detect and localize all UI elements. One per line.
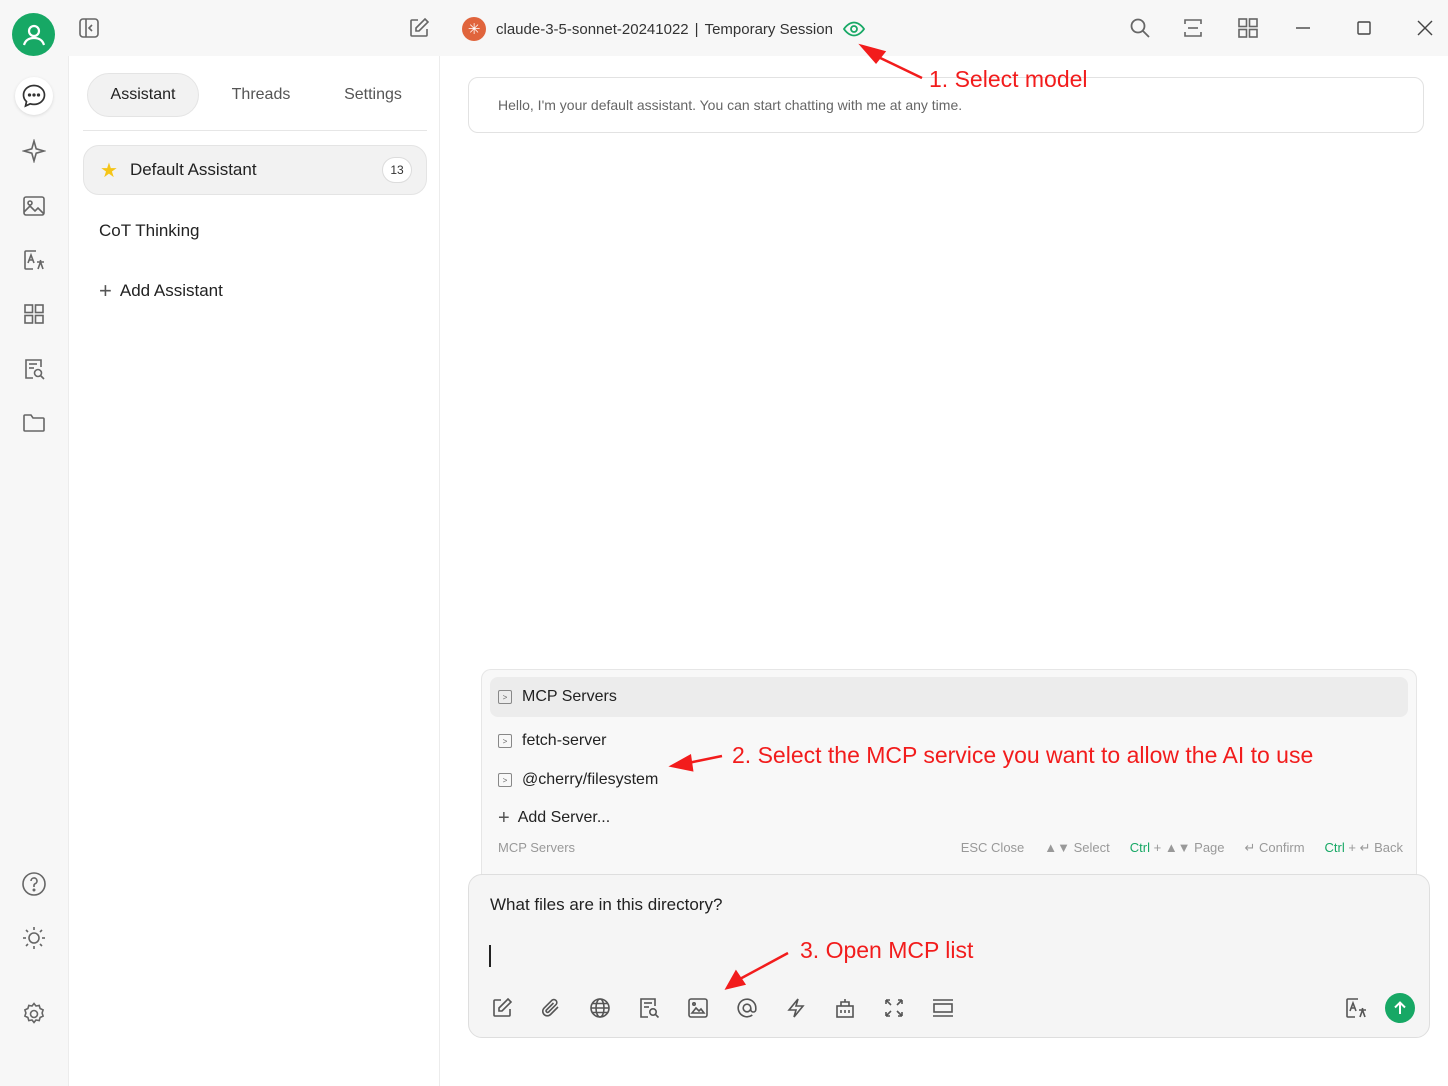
claude-logo-icon: ✳ bbox=[462, 17, 486, 41]
tab-assistant[interactable]: Assistant bbox=[87, 73, 199, 117]
fullscreen-icon[interactable] bbox=[879, 993, 909, 1023]
server-icon: > bbox=[498, 690, 512, 704]
server-icon: > bbox=[498, 734, 512, 748]
plus-icon: + bbox=[99, 278, 112, 303]
annotation-step1: 1. Select model bbox=[929, 66, 1088, 92]
assistant-sidebar: Assistant Threads Settings ★ Default Ass… bbox=[68, 56, 440, 1086]
theme-icon[interactable] bbox=[15, 919, 53, 957]
new-topic-icon[interactable] bbox=[487, 993, 517, 1023]
sidebar-toggle-icon[interactable] bbox=[74, 13, 104, 43]
hint-back: Ctrl + ↵ Back bbox=[1324, 840, 1403, 855]
mcp-footer-label: MCP Servers bbox=[498, 840, 576, 855]
search-icon[interactable] bbox=[1125, 13, 1155, 43]
chat-area: Hello, I'm your default assistant. You c… bbox=[440, 56, 1448, 1086]
mcp-icon[interactable] bbox=[830, 993, 860, 1023]
minimize-icon[interactable] bbox=[1288, 13, 1318, 43]
close-icon[interactable] bbox=[1410, 13, 1440, 43]
settings-icon[interactable] bbox=[15, 995, 53, 1033]
input-text[interactable]: What files are in this directory? bbox=[490, 895, 722, 915]
quick-phrase-icon[interactable] bbox=[781, 993, 811, 1023]
hint-page: Ctrl + ▲▼ Page bbox=[1129, 840, 1225, 855]
title-separator: | bbox=[694, 20, 699, 38]
clear-icon[interactable] bbox=[928, 993, 958, 1023]
title-bar: ✳ claude-3-5-sonnet-20241022 | Temporary… bbox=[0, 0, 1448, 56]
image-icon[interactable] bbox=[15, 187, 53, 225]
user-avatar-icon[interactable] bbox=[12, 13, 55, 56]
help-icon[interactable] bbox=[15, 865, 53, 903]
sidebar-tabs: Assistant Threads Settings bbox=[87, 73, 427, 117]
mcp-footer: MCP Servers ESC Close ▲▼ Select Ctrl + ▲… bbox=[498, 840, 1403, 862]
translate-icon[interactable] bbox=[15, 241, 53, 279]
topic-count-badge: 13 bbox=[382, 157, 412, 183]
grid-icon[interactable] bbox=[1233, 13, 1263, 43]
session-label: Temporary Session bbox=[704, 20, 833, 38]
server-name: fetch-server bbox=[522, 732, 607, 749]
assistant-item-default[interactable]: ★ Default Assistant 13 bbox=[83, 145, 427, 195]
add-server-label: Add Server... bbox=[517, 809, 611, 826]
server-icon: > bbox=[498, 773, 512, 787]
image-gen-icon[interactable] bbox=[683, 993, 713, 1023]
add-server-button[interactable]: + Add Server... bbox=[490, 798, 1408, 838]
assistant-label: CoT Thinking bbox=[99, 221, 200, 240]
edit-icon[interactable] bbox=[404, 13, 434, 43]
expand-icon[interactable] bbox=[1178, 13, 1208, 43]
hint-esc: ESC Close bbox=[960, 840, 1025, 855]
eye-icon[interactable] bbox=[842, 21, 865, 37]
plus-icon: + bbox=[498, 807, 510, 829]
annotation-step2: 2. Select the MCP service you want to al… bbox=[732, 742, 1314, 768]
annotation-step3: 3. Open MCP list bbox=[800, 937, 974, 963]
chat-icon[interactable] bbox=[15, 77, 53, 115]
model-selector[interactable]: ✳ claude-3-5-sonnet-20241022 | Temporary… bbox=[462, 16, 865, 42]
hint-select: ▲▼ Select bbox=[1044, 840, 1110, 855]
model-name: claude-3-5-sonnet-20241022 bbox=[496, 20, 689, 38]
assistant-item-cot[interactable]: CoT Thinking bbox=[83, 206, 427, 256]
assistant-label: Default Assistant bbox=[129, 160, 257, 179]
knowledge-icon[interactable] bbox=[634, 993, 664, 1023]
hint-confirm: ↵ Confirm bbox=[1244, 840, 1305, 855]
apps-icon[interactable] bbox=[15, 295, 53, 333]
server-name: @cherry/filesystem bbox=[522, 771, 659, 788]
text-caret bbox=[489, 945, 491, 967]
document-search-icon[interactable] bbox=[15, 350, 53, 388]
star-icon: ★ bbox=[100, 159, 118, 182]
input-toolbar bbox=[487, 993, 958, 1023]
tab-threads[interactable]: Threads bbox=[211, 73, 311, 117]
mention-icon[interactable] bbox=[732, 993, 762, 1023]
tabs-divider bbox=[83, 130, 427, 131]
send-button[interactable] bbox=[1385, 993, 1415, 1023]
keyboard-hints: ESC Close ▲▼ Select Ctrl + ▲▼ Page ↵ Con… bbox=[961, 840, 1403, 856]
mcp-list-header[interactable]: > MCP Servers bbox=[490, 677, 1408, 717]
mcp-server-popup: > MCP Servers > fetch-server > @cherry/f… bbox=[481, 669, 1417, 879]
folder-icon[interactable] bbox=[15, 404, 53, 442]
maximize-icon[interactable] bbox=[1349, 13, 1379, 43]
attachment-icon[interactable] bbox=[536, 993, 566, 1023]
mcp-header-label: MCP Servers bbox=[522, 688, 617, 705]
tab-settings[interactable]: Settings bbox=[323, 73, 423, 117]
add-assistant-label: Add Assistant bbox=[119, 281, 223, 300]
nav-rail bbox=[0, 56, 68, 1086]
web-search-icon[interactable] bbox=[585, 993, 615, 1023]
sparkle-icon[interactable] bbox=[15, 132, 53, 170]
translate-icon[interactable] bbox=[1341, 993, 1371, 1023]
add-assistant-button[interactable]: + Add Assistant bbox=[83, 266, 427, 316]
